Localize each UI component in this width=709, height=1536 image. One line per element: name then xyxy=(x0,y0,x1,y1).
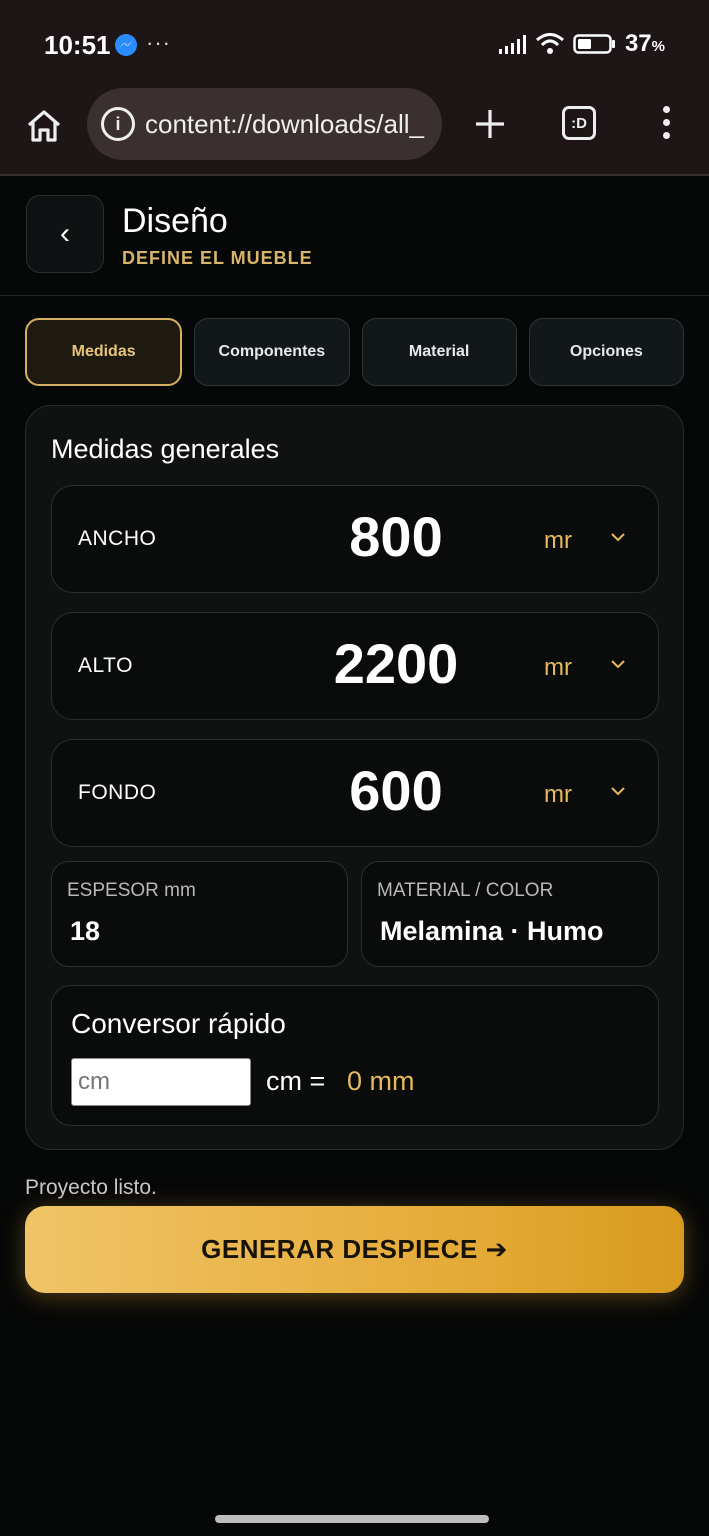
tabs-icon[interactable]: :D xyxy=(562,106,596,140)
ancho-row[interactable]: ANCHO 800 mr xyxy=(51,485,659,593)
menu-icon[interactable] xyxy=(660,106,672,146)
tab-opciones[interactable]: Opciones xyxy=(528,318,684,386)
converter-result: 0 mm xyxy=(347,1066,415,1096)
fondo-value[interactable]: 600 xyxy=(252,758,540,823)
messenger-icon xyxy=(115,34,137,56)
battery-percent: 37% xyxy=(624,30,665,57)
status-text: Proyecto listo. xyxy=(25,1176,157,1199)
gesture-bar[interactable] xyxy=(215,1515,489,1523)
status-icons: 37% xyxy=(497,30,665,58)
alto-label: ALTO xyxy=(78,654,133,677)
ancho-value[interactable]: 800 xyxy=(252,504,540,569)
signal-icon xyxy=(498,35,526,54)
ancho-unit[interactable]: mr xyxy=(544,527,572,555)
back-button[interactable]: ‹ xyxy=(26,195,104,273)
converter-title: Conversor rápido xyxy=(71,1008,286,1039)
status-bar: 10:51 ··· 37% xyxy=(0,0,709,88)
chevron-down-icon[interactable] xyxy=(610,657,626,671)
chevron-down-icon[interactable] xyxy=(610,530,626,544)
medidas-card: Medidas generales ANCHO 800 mr ALTO 2200… xyxy=(25,405,684,1150)
tab-componentes[interactable]: Componentes xyxy=(194,318,350,386)
alto-row[interactable]: ALTO 2200 mr xyxy=(51,612,659,720)
espesor-label: ESPESOR mm xyxy=(67,880,196,901)
tab-material[interactable]: Material xyxy=(361,318,517,386)
clock: 10:51 xyxy=(44,30,111,60)
home-icon[interactable] xyxy=(24,106,64,146)
espesor-value[interactable]: 18 xyxy=(70,916,100,947)
chevron-down-icon[interactable] xyxy=(610,784,626,798)
generate-button[interactable]: GENERAR DESPIECE ➔ xyxy=(25,1206,684,1293)
material-value[interactable]: Melamina · Humo xyxy=(380,916,604,947)
alto-value[interactable]: 2200 xyxy=(252,631,540,696)
fondo-row[interactable]: FONDO 600 mr xyxy=(51,739,659,847)
page-title: Diseño xyxy=(122,202,228,240)
plus-icon[interactable] xyxy=(472,104,508,144)
alto-unit[interactable]: mr xyxy=(544,654,572,682)
quick-converter: Conversor rápido cm = 0 mm xyxy=(51,985,659,1126)
browser-toolbar: i content://downloads/all_ :D xyxy=(0,88,709,176)
material-field[interactable]: MATERIAL / COLOR Melamina · Humo xyxy=(361,861,659,967)
cm-input[interactable] xyxy=(71,1058,251,1106)
fondo-label: FONDO xyxy=(78,781,157,804)
app-header: ‹ Diseño DEFINE EL MUEBLE xyxy=(0,176,709,296)
battery-icon xyxy=(573,34,615,54)
section-tabs: Medidas Componentes Material Opciones xyxy=(25,318,684,386)
ancho-label: ANCHO xyxy=(78,527,157,550)
converter-equals: cm = xyxy=(266,1066,326,1096)
page-subtitle: DEFINE EL MUEBLE xyxy=(122,248,313,268)
url-text[interactable]: content://downloads/all_ xyxy=(145,109,430,140)
tab-medidas[interactable]: Medidas xyxy=(25,318,183,386)
overflow-icon: ··· xyxy=(146,30,171,55)
espesor-field[interactable]: ESPESOR mm 18 xyxy=(51,861,348,967)
material-label: MATERIAL / COLOR xyxy=(377,880,554,901)
wifi-icon xyxy=(535,33,564,54)
info-icon[interactable]: i xyxy=(101,107,135,141)
address-bar[interactable]: i content://downloads/all_ xyxy=(87,88,442,160)
fondo-unit[interactable]: mr xyxy=(544,781,572,809)
card-title: Medidas generales xyxy=(51,434,280,464)
